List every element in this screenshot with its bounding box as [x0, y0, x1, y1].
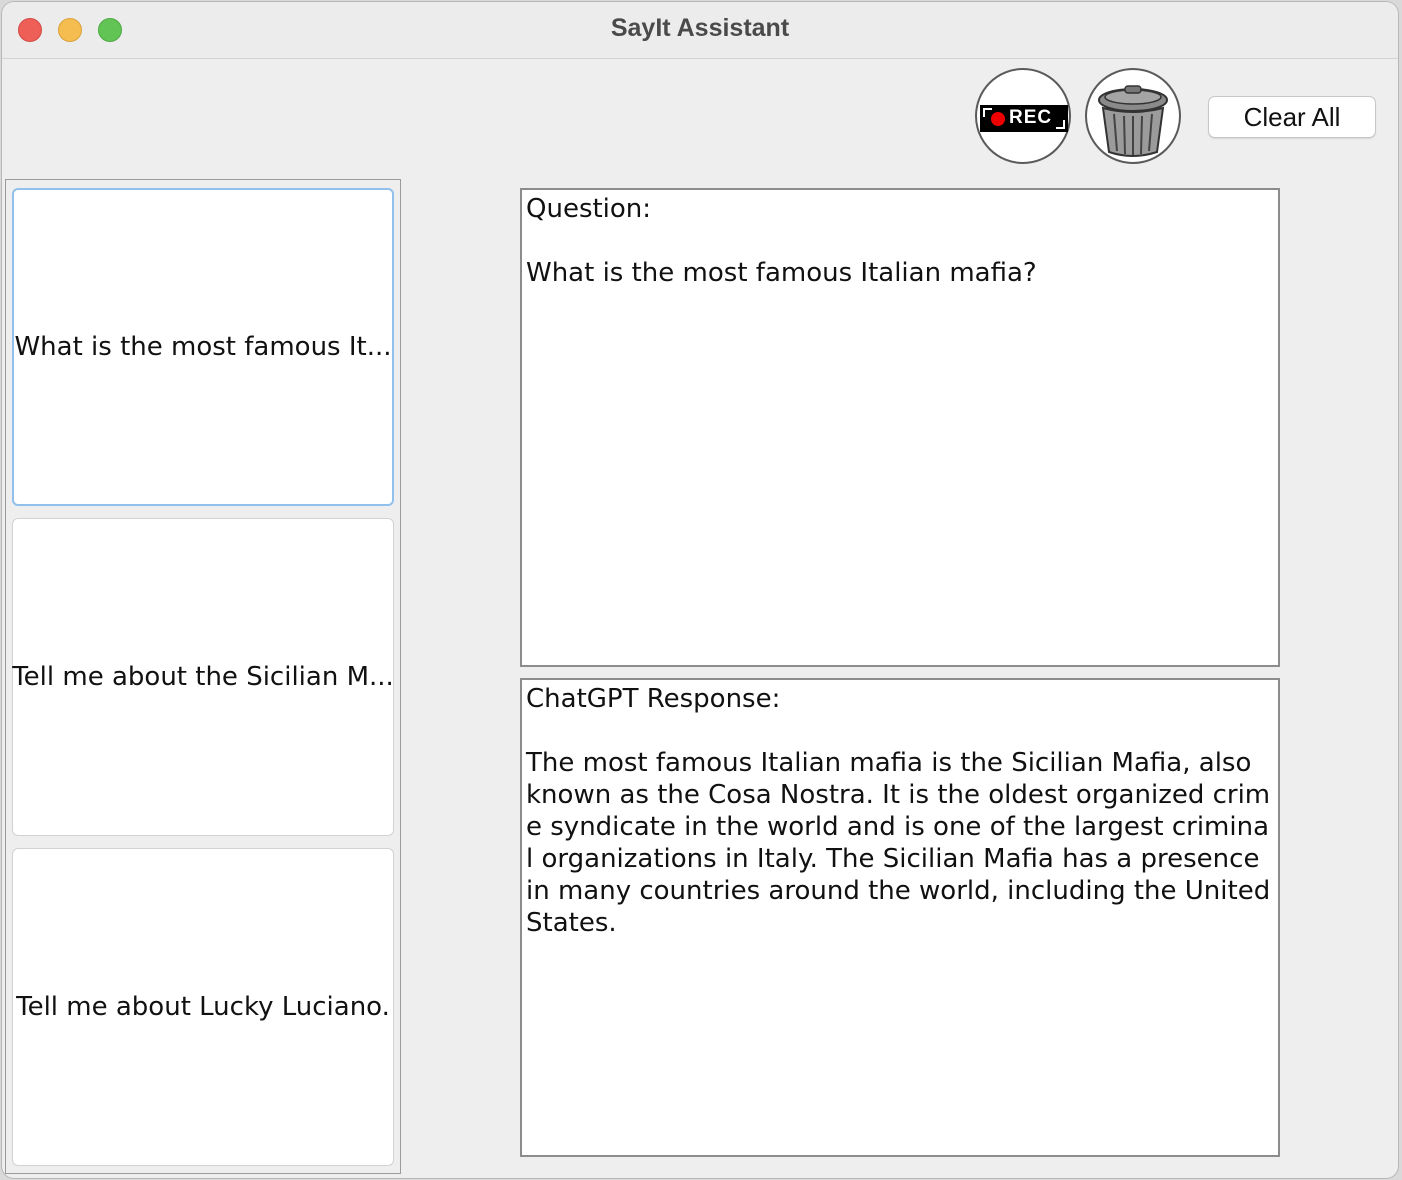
window-title: SayIt Assistant — [610, 14, 790, 42]
clear-all-button[interactable]: Clear All — [1208, 96, 1376, 138]
history-item-label: Tell me about Lucky Luciano. — [16, 992, 390, 1022]
question-text-area[interactable]: Question: What is the most famous Italia… — [520, 188, 1280, 667]
rec-label: REC — [1009, 107, 1053, 128]
history-item[interactable]: Tell me about the Sicilian M... — [12, 518, 394, 836]
record-button[interactable]: REC — [975, 68, 1071, 164]
trash-can-icon — [1098, 85, 1168, 157]
title-bar: SayIt Assistant — [2, 2, 1398, 59]
history-item[interactable]: Tell me about Lucky Luciano. — [12, 848, 394, 1166]
history-item-label: Tell me about the Sicilian M... — [12, 662, 394, 692]
delete-button[interactable] — [1085, 68, 1181, 164]
app-window: SayIt Assistant REC Clear All What is th… — [2, 2, 1398, 1178]
response-text-area[interactable]: ChatGPT Response: The most famous Italia… — [520, 678, 1280, 1157]
rec-icon: REC — [980, 105, 1068, 132]
history-item[interactable]: What is the most famous It... — [12, 188, 394, 506]
record-dot-icon — [991, 112, 1005, 126]
history-item-label: What is the most famous It... — [14, 332, 392, 362]
history-list: What is the most famous It... Tell me ab… — [5, 179, 401, 1174]
